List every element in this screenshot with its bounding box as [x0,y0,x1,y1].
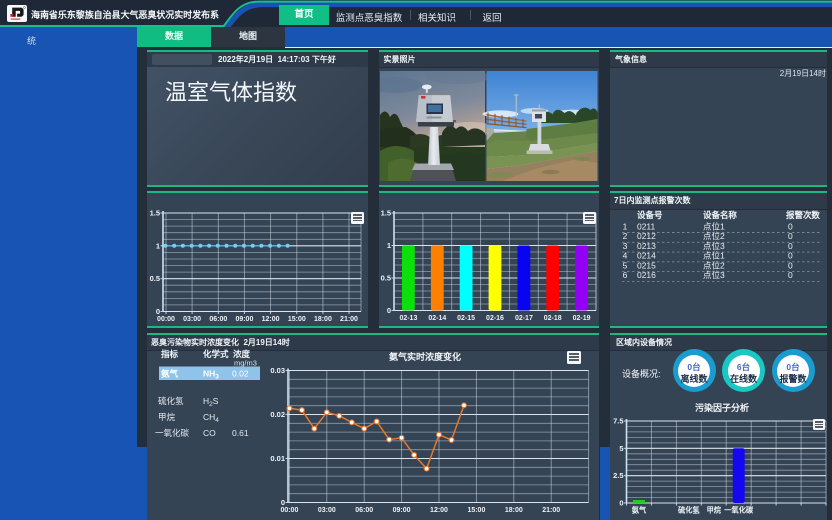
svg-text:指标: 指标 [161,349,179,359]
svg-text:21:00: 21:00 [340,316,358,323]
svg-text:mg/m3: mg/m3 [234,359,257,368]
svg-text:氨气: 氨气 [161,369,179,379]
svg-text:点位3: 点位3 [703,241,725,251]
svg-text:2.5: 2.5 [613,471,623,480]
svg-text:0: 0 [386,306,390,315]
svg-text:2: 2 [623,231,628,241]
svg-text:0: 0 [281,498,285,507]
svg-text:02-14: 02-14 [428,315,446,322]
svg-text:3: 3 [623,241,628,251]
svg-text:09:00: 09:00 [393,507,411,514]
svg-text:1: 1 [386,241,390,250]
svg-text:18:00: 18:00 [505,507,523,514]
svg-text:12:00: 12:00 [262,316,280,323]
svg-text:21:00: 21:00 [542,507,560,514]
svg-text:0.02: 0.02 [270,410,285,419]
svg-text:硫化氢: 硫化氢 [678,506,700,515]
svg-text:1: 1 [156,241,160,250]
svg-text:03:00: 03:00 [318,507,336,514]
svg-text:0215: 0215 [637,260,656,270]
svg-text:0214: 0214 [637,251,656,261]
svg-text:一氧化碳: 一氧化碳 [724,506,754,515]
svg-text:0.5: 0.5 [150,274,160,283]
svg-text:点位1: 点位1 [703,251,725,261]
svg-text:03:00: 03:00 [183,316,201,323]
svg-text:0: 0 [788,251,793,261]
svg-text:0211: 0211 [637,221,656,231]
svg-text:18:00: 18:00 [314,316,332,323]
svg-text:浓度: 浓度 [233,349,251,359]
svg-text:00:00: 00:00 [157,316,175,323]
svg-text:00:00: 00:00 [280,507,298,514]
svg-text:CH4: CH4 [203,412,219,424]
svg-text:06:00: 06:00 [355,507,373,514]
svg-text:5: 5 [619,444,623,453]
svg-text:0: 0 [788,270,793,280]
svg-text:甲烷: 甲烷 [707,506,722,515]
svg-text:一氧化碳: 一氧化碳 [155,428,190,438]
svg-text:7.5: 7.5 [613,417,623,426]
svg-text:02-17: 02-17 [514,315,532,322]
svg-text:0: 0 [788,221,793,231]
svg-text:报警次数: 报警次数 [786,210,820,220]
svg-text:12:00: 12:00 [430,507,448,514]
svg-text:1.5: 1.5 [380,209,390,218]
svg-text:02-19: 02-19 [572,315,590,322]
svg-text:点位3: 点位3 [703,270,725,280]
svg-text:0.61: 0.61 [232,428,249,438]
svg-text:0: 0 [788,260,793,270]
svg-text:0.03: 0.03 [270,366,285,375]
svg-text:0: 0 [156,307,160,316]
svg-text:02-16: 02-16 [486,315,504,322]
svg-text:0212: 0212 [637,231,656,241]
svg-text:15:00: 15:00 [467,507,485,514]
svg-text:09:00: 09:00 [235,316,253,323]
svg-text:0216: 0216 [637,270,656,280]
svg-text:6: 6 [623,270,628,280]
svg-text:H2S: H2S [203,396,219,408]
svg-text:氨气: 氨气 [632,506,647,515]
svg-text:02-18: 02-18 [543,315,561,322]
svg-text:0213: 0213 [637,241,656,251]
svg-text:化学式: 化学式 [203,349,229,359]
svg-text:点位1: 点位1 [703,221,725,231]
svg-text:污染因子分析: 污染因子分析 [695,402,749,413]
svg-text:5: 5 [623,260,628,270]
svg-text:1.5: 1.5 [150,209,160,218]
svg-text:0: 0 [788,231,793,241]
svg-text:设备号: 设备号 [637,210,663,220]
svg-text:0.01: 0.01 [270,454,285,463]
svg-text:1: 1 [623,221,628,231]
svg-text:CO: CO [203,428,216,438]
svg-text:06:00: 06:00 [209,316,227,323]
svg-text:点位2: 点位2 [703,231,725,241]
svg-text:0.5: 0.5 [380,274,390,283]
svg-text:02-15: 02-15 [457,315,475,322]
svg-text:0.02: 0.02 [232,369,249,379]
svg-text:4: 4 [623,251,628,261]
svg-text:氨气实时浓度变化: 氨气实时浓度变化 [389,351,461,362]
svg-text:02-13: 02-13 [399,315,417,322]
svg-text:0: 0 [619,499,623,508]
svg-text:甲烷: 甲烷 [158,412,176,422]
svg-text:15:00: 15:00 [288,316,306,323]
svg-text:硫化氢: 硫化氢 [158,396,184,406]
svg-text:设备名称: 设备名称 [703,210,737,220]
svg-text:0: 0 [788,241,793,251]
svg-text:点位2: 点位2 [703,260,725,270]
